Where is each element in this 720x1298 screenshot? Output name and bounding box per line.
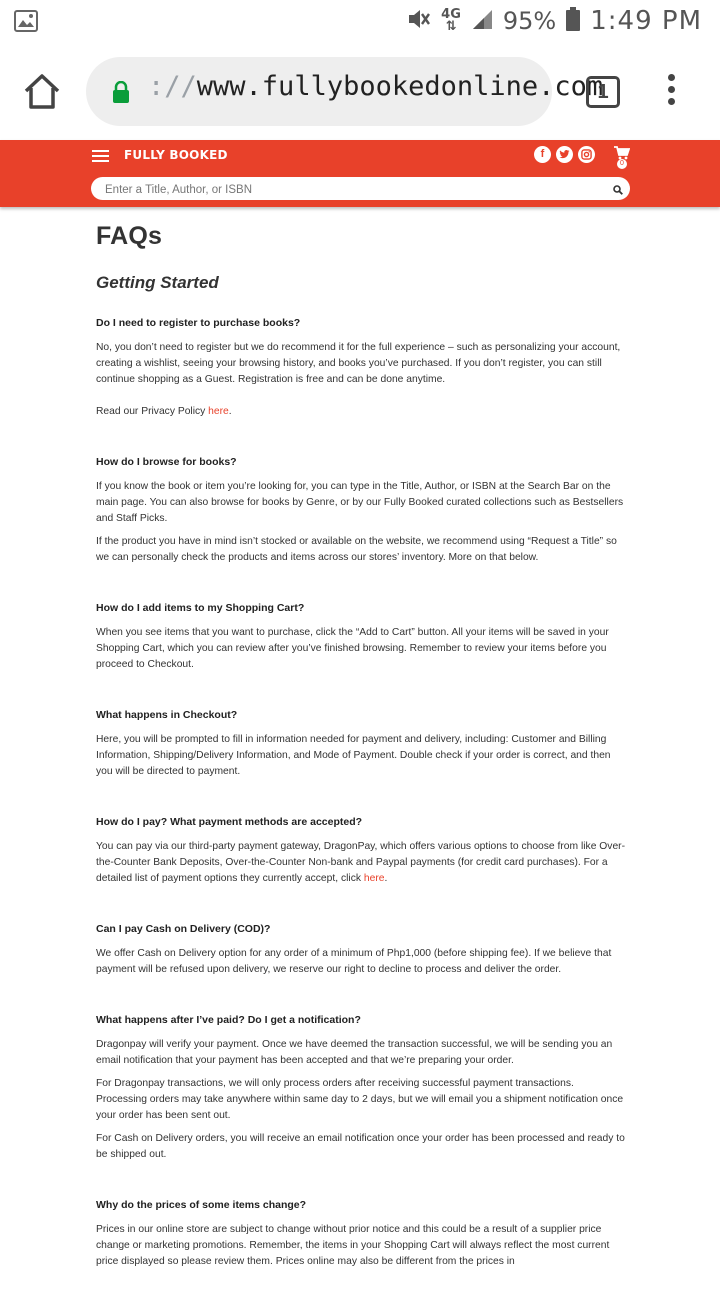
mute-icon: [407, 8, 431, 34]
faq-answer: No, you don’t need to register but we do…: [96, 342, 621, 385]
cart-count-badge: 0: [617, 159, 627, 169]
faq-content: FAQs Getting Started Do I need to regist…: [96, 222, 626, 1298]
overflow-menu-icon[interactable]: [664, 74, 678, 108]
section-title: Getting Started: [96, 273, 219, 292]
instagram-icon[interactable]: [578, 146, 595, 163]
faq-answer: Dragonpay will verify your payment. Once…: [96, 1039, 613, 1066]
faq-question: What happens after I’ve paid? Do I get a…: [96, 1014, 361, 1026]
faq-question: How do I browse for books?: [96, 456, 237, 468]
twitter-icon[interactable]: [556, 146, 573, 163]
facebook-icon[interactable]: f: [534, 146, 551, 163]
home-icon[interactable]: [22, 72, 62, 112]
faq-question: Can I pay Cash on Delivery (COD)?: [96, 923, 271, 935]
faq-answer: Read our Privacy Policy here.: [96, 406, 232, 417]
search-input[interactable]: [103, 180, 587, 199]
lock-icon: [112, 80, 130, 108]
tab-switcher-button[interactable]: 1: [586, 76, 620, 108]
status-bar: 4G ⇅ 95% 1:49 PM: [0, 0, 720, 44]
address-bar[interactable]: ://www.fullybookedonline.com: [86, 57, 603, 126]
faq-item: How do I pay? What payment methods are a…: [96, 816, 626, 887]
faq-item: How do I browse for books? If you know t…: [96, 456, 626, 566]
faq-answer: If the product you have in mind isn’t st…: [96, 536, 617, 563]
privacy-policy-link[interactable]: here: [208, 406, 229, 417]
faq-item: Can I pay Cash on Delivery (COD)? We off…: [96, 923, 626, 978]
battery-percent: 95%: [502, 7, 557, 35]
faq-answer: For Cash on Delivery orders, you will re…: [96, 1133, 625, 1160]
page-title: FAQs: [96, 222, 163, 250]
image-notification-icon: [14, 10, 38, 37]
faq-answer: For Dragonpay transactions, we will only…: [96, 1078, 624, 1121]
faq-answer: We offer Cash on Delivery option for any…: [96, 948, 612, 975]
signal-icon: [471, 8, 493, 34]
faq-answer: Here, you will be prompted to fill in in…: [96, 734, 611, 777]
faq-item: Why do the prices of some items change? …: [96, 1199, 626, 1270]
faq-item: What happens after I’ve paid? Do I get a…: [96, 1014, 626, 1163]
faq-item: How do I add items to my Shopping Cart? …: [96, 602, 626, 673]
faq-answer: You can pay via our third-party payment …: [96, 841, 626, 884]
battery-icon: [566, 7, 581, 35]
site-logo[interactable]: FULLY BOOKED: [124, 148, 228, 162]
network-indicator: 4G ⇅: [441, 7, 461, 34]
faq-item: What happens in Checkout? Here, you will…: [96, 709, 626, 780]
hamburger-menu-icon[interactable]: [92, 150, 109, 165]
search-icon[interactable]: [613, 182, 623, 200]
faq-question: Do I need to register to purchase books?: [96, 317, 301, 329]
search-bar: [91, 177, 630, 200]
faq-answer: Prices in our online store are subject t…: [96, 1224, 610, 1267]
faq-item: Do I need to register to purchase books?…: [96, 317, 626, 420]
faq-question: What happens in Checkout?: [96, 709, 238, 721]
payment-options-link[interactable]: here: [364, 873, 385, 884]
faq-question: How do I add items to my Shopping Cart?: [96, 602, 305, 614]
faq-question: Why do the prices of some items change?: [96, 1199, 307, 1211]
browser-toolbar: ://www.fullybookedonline.com 1: [0, 44, 720, 140]
url-text: ://www.fullybookedonline.com: [148, 71, 604, 102]
faq-answer: If you know the book or item you’re look…: [96, 481, 624, 524]
faq-answer: When you see items that you want to purc…: [96, 627, 609, 670]
clock: 1:49 PM: [590, 6, 702, 36]
faq-question: How do I pay? What payment methods are a…: [96, 816, 363, 828]
